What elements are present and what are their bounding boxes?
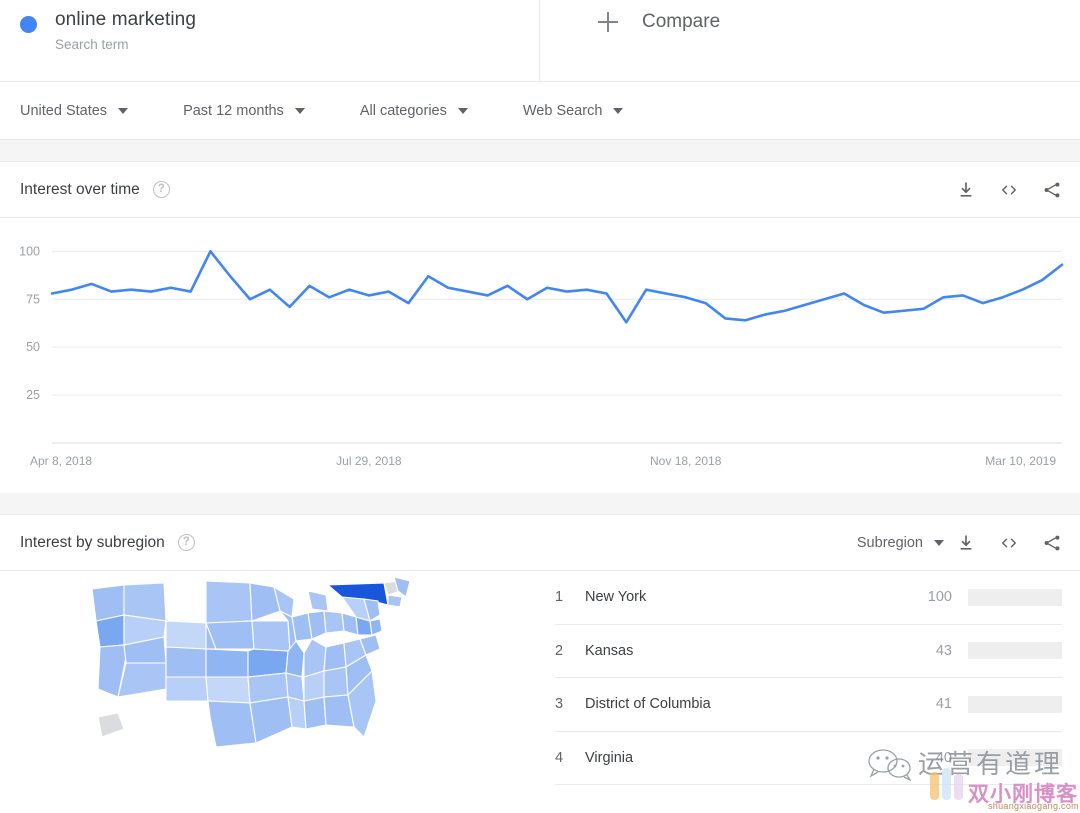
state-ks (247, 648, 289, 678)
filter-search-type-label: Web Search (522, 102, 603, 119)
state-ok-w (205, 676, 251, 704)
section-gap-2 (0, 493, 1080, 515)
rank-value: 100 (927, 589, 952, 606)
state-al (323, 666, 349, 698)
svg-text:100: 100 (19, 244, 40, 258)
filter-timerange[interactable]: Past 12 months (183, 103, 305, 119)
rank-value: 41 (935, 696, 952, 713)
help-icon[interactable]: ? (177, 534, 195, 551)
rank-region-name: Kansas (585, 642, 634, 659)
rank-region-name: New York (585, 589, 647, 606)
filter-location[interactable]: United States (20, 102, 129, 119)
search-term-header: online marketing Search term Compare (0, 0, 1080, 82)
rank-bar-track (968, 695, 1062, 713)
filter-location-label: United States (20, 102, 108, 119)
subregion-title: Interest by subregion (20, 533, 165, 551)
state-tx (207, 700, 257, 748)
download-icon[interactable] (956, 180, 976, 200)
svg-text:Mar 10, 2019: Mar 10, 2019 (985, 454, 1056, 468)
filter-bar: United States Past 12 months All categor… (0, 82, 1080, 140)
search-term-title: online marketing (55, 9, 197, 30)
state-ak (97, 712, 125, 738)
rank-value: 40 (935, 749, 952, 766)
rank-bar-track (968, 588, 1062, 606)
state-nd (205, 580, 253, 624)
chevron-down-icon (613, 107, 624, 114)
chevron-down-icon (118, 107, 129, 114)
series-color-dot (20, 16, 37, 33)
svg-text:50: 50 (26, 340, 40, 354)
subregion-rank-list: 1 New York 100 2 Kansas 43 3 District of… (545, 571, 1080, 806)
rank-number: 1 (555, 589, 564, 606)
plus-icon (598, 12, 618, 32)
google-trends-page: online marketing Search term Compare Uni… (0, 0, 1080, 813)
help-icon[interactable]: ? (152, 181, 170, 198)
rank-number: 3 (555, 696, 564, 713)
state-co (205, 648, 249, 678)
rank-number: 4 (555, 749, 564, 766)
rank-number: 2 (555, 642, 564, 659)
svg-text:75: 75 (26, 292, 40, 306)
subregion-body: 1 New York 100 2 Kansas 43 3 District of… (0, 571, 1080, 806)
state-oh (323, 610, 345, 634)
interest-over-time-header: Interest over time ? (0, 162, 1080, 218)
svg-text:Apr 8, 2018: Apr 8, 2018 (30, 454, 92, 468)
state-or (95, 614, 125, 648)
filter-category[interactable]: All categories (360, 103, 468, 119)
state-az (117, 662, 167, 698)
interest-by-subregion-card: Interest by subregion ? Subregion 1 New … (0, 515, 1080, 806)
add-comparison-button[interactable]: Compare (540, 0, 1080, 82)
state-me (393, 577, 411, 598)
embed-code-icon[interactable] (998, 533, 1020, 553)
table-row[interactable]: 1 New York 100 (555, 571, 1062, 625)
table-row[interactable]: 2 Kansas 43 (555, 625, 1062, 678)
svg-text:25: 25 (26, 388, 40, 402)
svg-text:Nov 18, 2018: Nov 18, 2018 (650, 454, 722, 468)
interest-over-time-chart[interactable]: 25 50 75 100 Apr 8, 2018 Jul 29, 2018 Nov 18, … (0, 218, 1080, 493)
rank-bar-track (968, 749, 1062, 767)
state-nm (165, 676, 209, 702)
state-ms (303, 696, 327, 730)
download-icon[interactable] (956, 533, 976, 553)
search-term-subtitle: Search term (55, 37, 129, 52)
rank-region-name: District of Columbia (585, 696, 711, 713)
rank-bar-track (968, 642, 1062, 660)
filter-category-label: All categories (359, 102, 447, 119)
svg-text:Jul 29, 2018: Jul 29, 2018 (336, 454, 402, 468)
rank-region-name: Virginia (585, 749, 634, 766)
section-gap (0, 140, 1080, 162)
filter-search-type[interactable]: Web Search (523, 103, 624, 119)
us-choropleth-map[interactable] (0, 571, 545, 806)
filter-timerange-label: Past 12 months (183, 102, 284, 119)
embed-code-icon[interactable] (998, 180, 1020, 200)
state-mt (123, 582, 167, 622)
share-icon[interactable] (1042, 533, 1062, 553)
state-mi-lp (307, 590, 329, 612)
table-row[interactable]: 3 District of Columbia 41 (555, 678, 1062, 732)
share-icon[interactable] (1042, 180, 1062, 200)
search-term-card[interactable]: online marketing Search term (0, 0, 540, 82)
interest-by-subregion-header: Interest by subregion ? Subregion (0, 515, 1080, 571)
state-ar-la (249, 696, 293, 744)
page-title: Interest over time (20, 180, 140, 198)
compare-label: Compare (642, 11, 721, 32)
state-ne (251, 620, 291, 652)
state-tn (323, 642, 347, 672)
state-ut (165, 646, 207, 678)
state-md-de (369, 618, 383, 636)
state-wy (165, 620, 207, 650)
chevron-down-icon (934, 539, 944, 546)
table-row[interactable]: 4 Virginia 40 (555, 732, 1062, 785)
line-chart-svg: 25 50 75 100 Apr 8, 2018 Jul 29, 2018 Nov 18, … (19, 244, 1064, 468)
chevron-down-icon (457, 107, 468, 114)
state-ma (387, 594, 403, 608)
us-map-svg (91, 577, 411, 748)
subregion-select[interactable]: Subregion (857, 535, 944, 551)
chevron-down-icon (294, 107, 305, 114)
subregion-select-label: Subregion (856, 534, 923, 551)
rank-value: 43 (935, 642, 952, 659)
interest-over-time-card: Interest over time ? 25 50 75 100 Apr 8,… (0, 162, 1080, 493)
